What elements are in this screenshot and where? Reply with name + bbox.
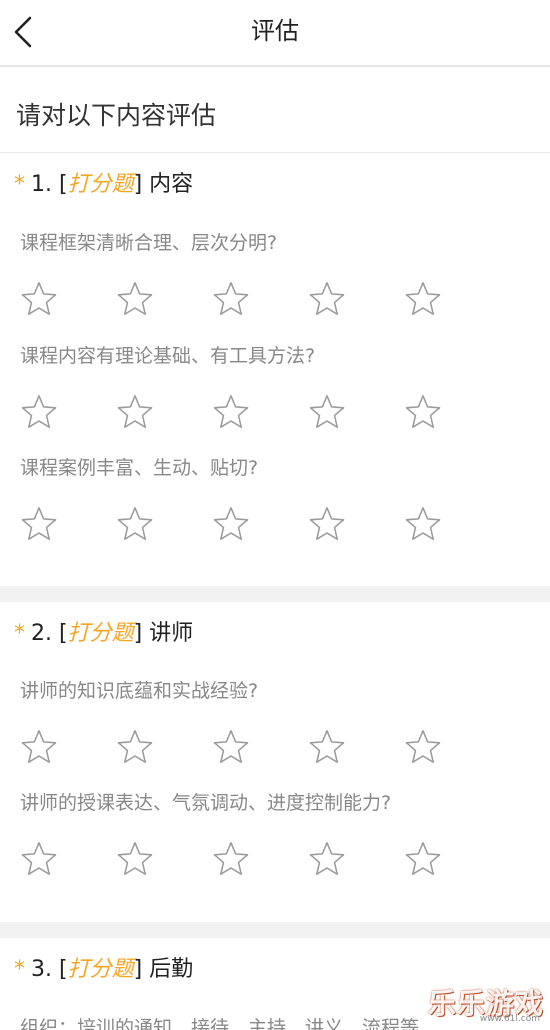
star-icon[interactable] (404, 505, 442, 543)
star-icon[interactable] (308, 505, 346, 543)
question-number: 1. (31, 172, 52, 197)
star-rating[interactable] (20, 393, 450, 433)
required-mark: * (14, 957, 25, 982)
star-icon[interactable] (308, 280, 346, 318)
star-rating[interactable] (20, 728, 450, 768)
star-icon[interactable] (404, 393, 442, 431)
rating-item-label: 课程案例丰富、生动、贴切? (20, 457, 259, 479)
star-icon[interactable] (212, 505, 250, 543)
nav-bar: 评估 (0, 0, 550, 67)
star-icon[interactable] (116, 505, 154, 543)
section-divider (0, 922, 550, 938)
star-icon[interactable] (20, 728, 58, 766)
question-section-1: * 1. [打分题] 内容 课程框架清晰合理、层次分明? 课程内容有理论基础、有工… (0, 153, 550, 586)
intro-header: 请对以下内容评估 (0, 67, 550, 153)
star-rating[interactable] (20, 505, 450, 545)
star-rating[interactable] (20, 280, 450, 320)
star-icon[interactable] (116, 728, 154, 766)
rating-item-label: 组织：培训的通知、接待、主持、讲义、流程等 (20, 1017, 420, 1030)
question-title: * 1. [打分题] 内容 (14, 172, 194, 197)
question-type-tag: 打分题 (67, 957, 134, 982)
star-icon[interactable] (308, 840, 346, 878)
rating-item-label: 讲师的知识底蕴和实战经验? (20, 680, 259, 702)
watermark-logo: 乐乐游戏 www.61l.com (426, 982, 544, 1026)
intro-text: 请对以下内容评估 (16, 101, 217, 130)
question-type-tag: 打分题 (67, 621, 134, 646)
rating-item-label: 课程框架清晰合理、层次分明? (20, 232, 278, 254)
star-icon[interactable] (116, 393, 154, 431)
rating-item-label: 课程内容有理论基础、有工具方法? (20, 345, 316, 367)
star-icon[interactable] (212, 840, 250, 878)
star-icon[interactable] (20, 505, 58, 543)
star-icon[interactable] (308, 393, 346, 431)
question-number: 3. (31, 957, 52, 982)
star-icon[interactable] (212, 393, 250, 431)
star-icon[interactable] (20, 840, 58, 878)
required-mark: * (14, 172, 25, 197)
question-section-2: * 2. [打分题] 讲师 讲师的知识底蕴和实战经验? 讲师的授课表达、气氛调动、… (0, 602, 550, 922)
required-mark: * (14, 621, 25, 646)
star-icon[interactable] (116, 840, 154, 878)
question-topic: 讲师 (149, 621, 194, 646)
star-icon[interactable] (20, 280, 58, 318)
star-icon[interactable] (404, 728, 442, 766)
star-icon[interactable] (404, 280, 442, 318)
star-icon[interactable] (20, 393, 58, 431)
question-title: * 3. [打分题] 后勤 (14, 957, 194, 982)
star-icon[interactable] (212, 728, 250, 766)
question-topic: 内容 (149, 172, 194, 197)
page-title: 评估 (251, 17, 299, 45)
star-icon[interactable] (116, 280, 154, 318)
question-topic: 后勤 (149, 957, 194, 982)
watermark-url: www.61l.com (479, 1014, 540, 1024)
question-type-tag: 打分题 (67, 172, 134, 197)
star-icon[interactable] (212, 280, 250, 318)
question-title: * 2. [打分题] 讲师 (14, 621, 194, 646)
star-icon[interactable] (404, 840, 442, 878)
question-number: 2. (31, 621, 52, 646)
star-rating[interactable] (20, 840, 450, 880)
rating-item-label: 讲师的授课表达、气氛调动、进度控制能力? (20, 792, 392, 814)
section-divider (0, 586, 550, 602)
star-icon[interactable] (308, 728, 346, 766)
